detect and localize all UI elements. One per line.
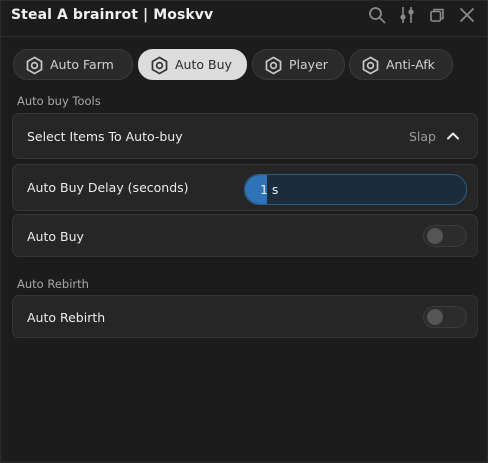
- copy-icon[interactable]: [427, 5, 447, 25]
- gear-icon: [25, 56, 44, 75]
- section-label-auto-rebirth: Auto Rebirth: [17, 277, 89, 291]
- gear-icon: [264, 56, 283, 75]
- chevron-up-icon[interactable]: [445, 128, 461, 144]
- auto-buy-toggle[interactable]: [423, 225, 467, 247]
- tab-label: Auto Farm: [50, 57, 114, 72]
- sliders-icon[interactable]: [397, 5, 417, 25]
- tab-label: Player: [289, 57, 328, 72]
- tab-player[interactable]: Player: [252, 49, 345, 80]
- tab-label: Anti-Afk: [386, 57, 435, 72]
- window-title: Steal A brainrot | Moskvv: [11, 7, 214, 23]
- toggle-label: Auto Buy: [27, 229, 84, 244]
- auto-rebirth-toggle[interactable]: [423, 306, 467, 328]
- tab-anti-afk[interactable]: Anti-Afk: [349, 49, 453, 80]
- title-bar: Steal A brainrot | Moskvv: [1, 1, 487, 37]
- auto-rebirth-row: Auto Rebirth: [12, 295, 478, 338]
- auto-buy-delay-slider[interactable]: 1 s: [244, 174, 467, 205]
- tab-label: Auto Buy: [175, 57, 232, 72]
- dropdown-label: Select Items To Auto-buy: [27, 129, 183, 144]
- toggle-label: Auto Rebirth: [27, 310, 106, 325]
- slider-value: 1 s: [260, 182, 279, 197]
- slider-label: Auto Buy Delay (seconds): [27, 180, 189, 195]
- gear-icon: [361, 56, 380, 75]
- dropdown-value: Slap: [408, 129, 436, 144]
- toggle-knob: [427, 228, 443, 244]
- tab-auto-buy[interactable]: Auto Buy: [138, 49, 247, 80]
- search-icon[interactable]: [367, 5, 387, 25]
- section-label-auto-buy-tools: Auto buy Tools: [17, 94, 101, 108]
- select-items-dropdown[interactable]: Select Items To Auto-buy Slap: [12, 113, 478, 159]
- main-window: Steal A brainrot | Moskvv Auto Farm Auto…: [0, 0, 488, 463]
- auto-buy-delay-row: Auto Buy Delay (seconds) 1 s: [12, 164, 478, 211]
- toggle-knob: [427, 309, 443, 325]
- gear-icon: [150, 56, 169, 75]
- close-icon[interactable]: [457, 5, 477, 25]
- auto-buy-row: Auto Buy: [12, 214, 478, 257]
- tab-auto-farm[interactable]: Auto Farm: [13, 49, 133, 80]
